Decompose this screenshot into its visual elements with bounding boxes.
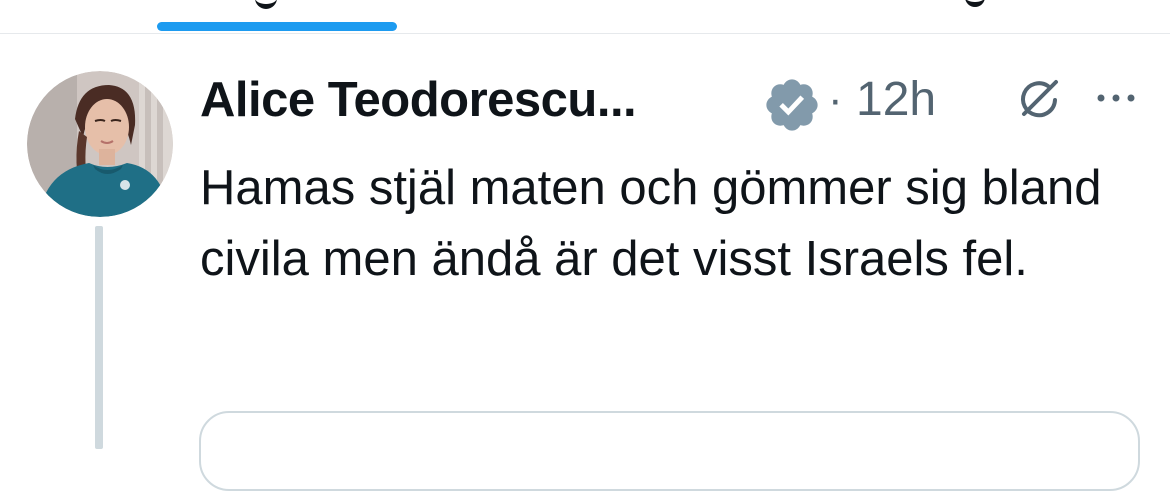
tab-bar xyxy=(0,0,1170,34)
tweet-text: Hamas stjäl maten och gömmer sig bland c… xyxy=(200,161,1102,286)
quote-card[interactable] xyxy=(199,411,1140,491)
thread-line xyxy=(95,226,103,449)
tweet-header: Alice Teodorescu... · 12h xyxy=(200,68,1160,132)
author-name[interactable]: Alice Teodorescu... xyxy=(200,68,637,132)
grok-icon[interactable] xyxy=(1015,77,1061,123)
tab-label-partial[interactable] xyxy=(965,0,985,7)
avatar-image xyxy=(27,71,173,217)
tab-label-partial[interactable] xyxy=(255,0,277,9)
separator-dot: · xyxy=(828,75,843,124)
more-options-icon[interactable] xyxy=(1095,88,1137,108)
timestamp[interactable]: 12h xyxy=(856,68,936,132)
verified-badge-icon[interactable] xyxy=(762,75,822,135)
active-tab-indicator xyxy=(157,22,397,31)
divider xyxy=(0,33,1170,34)
avatar[interactable] xyxy=(27,71,173,217)
